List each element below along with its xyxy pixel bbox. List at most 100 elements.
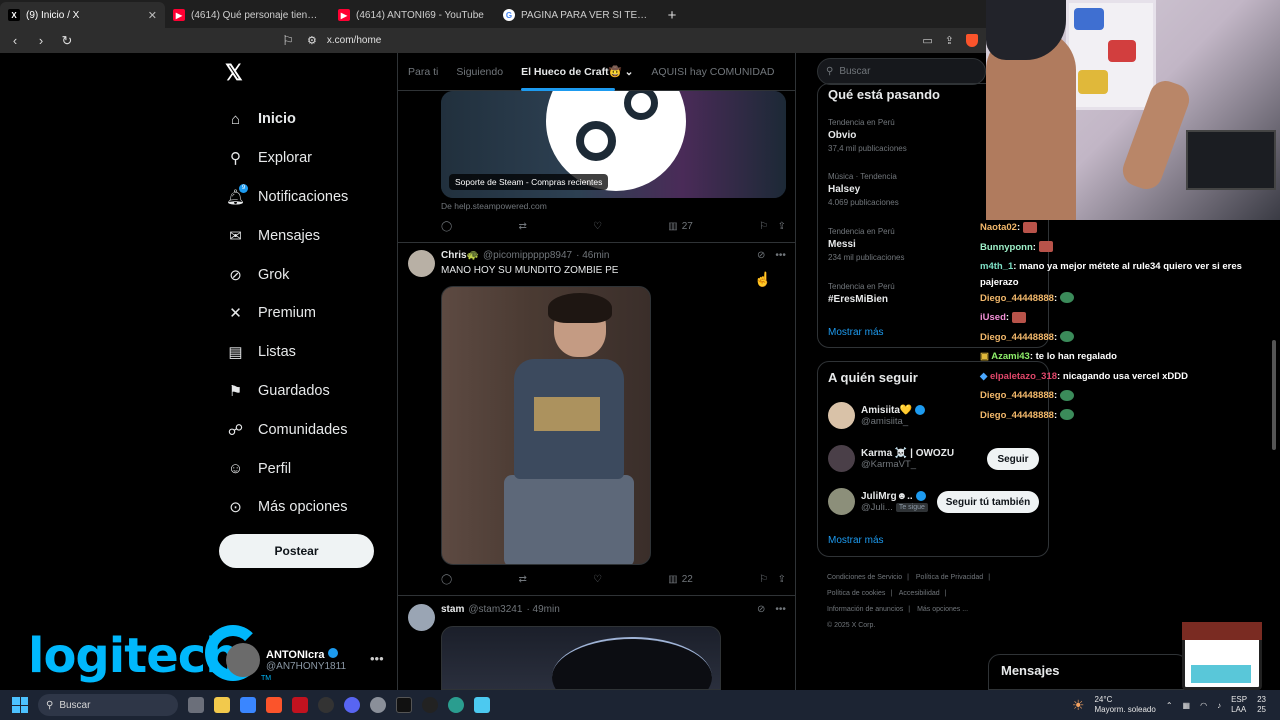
reload-icon[interactable]: ↻: [60, 33, 74, 49]
capcut-icon[interactable]: [396, 697, 412, 713]
notepad-icon[interactable]: [474, 697, 490, 713]
logitech-ghub-icon[interactable]: [422, 697, 438, 713]
nav-comunidades[interactable]: ☍ Comunidades: [227, 410, 348, 449]
show-more-trends-link[interactable]: Mostrar más: [828, 327, 884, 338]
nav-listas[interactable]: ▤ Listas: [227, 333, 348, 372]
post-button[interactable]: Postear: [219, 534, 374, 568]
trend-item[interactable]: Tendencia en Perú Messi 234 mil publicac…: [828, 227, 905, 262]
clock[interactable]: 23 25: [1257, 695, 1266, 715]
share-icon[interactable]: ⇪: [945, 34, 954, 47]
tweet-image[interactable]: [441, 626, 721, 690]
bookmark-page-icon[interactable]: ⚐: [281, 33, 295, 49]
cast-icon[interactable]: ▭: [922, 34, 932, 47]
share-icon[interactable]: ⇪: [778, 574, 786, 585]
footer-link[interactable]: Información de anuncios: [827, 606, 903, 613]
grok-icon[interactable]: ⊘: [757, 250, 765, 261]
footer-link[interactable]: Política de Privacidad: [916, 574, 983, 581]
site-info-icon[interactable]: ⚙: [307, 34, 317, 47]
close-tab-icon[interactable]: ✕: [148, 9, 157, 22]
tab-bots[interactable]: G PAGINA PARA VER SI TENGO BOTS E: [495, 2, 660, 28]
retweet-icon[interactable]: ⇄: [518, 221, 526, 232]
tab-youtube-antoni[interactable]: ▶ (4614) ANTONI69 - YouTube: [330, 2, 495, 28]
account-switcher[interactable]: ANTONIcra @AN7HONY1811: [226, 643, 346, 677]
footer-link[interactable]: Accesibilidad: [899, 590, 940, 597]
follow-button[interactable]: Seguir: [987, 448, 1039, 470]
card-source[interactable]: De help.steampowered.com: [441, 201, 547, 211]
follow-suggestion[interactable]: JuliMrg☻.. @Juli... Te sigue: [828, 488, 928, 515]
address-bar[interactable]: ⚙ x.com/home: [307, 34, 910, 47]
views-button[interactable]: ▥ 27: [668, 221, 693, 232]
grok-icon[interactable]: ⊘: [757, 604, 765, 615]
reply-icon[interactable]: ◯: [441, 221, 452, 232]
bookmark-icon[interactable]: ⚐ ⇪: [759, 221, 786, 232]
reply-icon[interactable]: ◯: [441, 574, 452, 585]
like-icon[interactable]: ♡: [593, 574, 602, 585]
tweet-time[interactable]: · 49min: [526, 604, 559, 615]
avatar[interactable]: [408, 250, 435, 277]
wifi-icon[interactable]: ◠: [1200, 701, 1207, 710]
follow-back-button[interactable]: Seguir tú también: [937, 491, 1039, 513]
tab-youtube-rule[interactable]: ▶ (4614) Qué personaje tiene más Rule: [165, 2, 330, 28]
more-horizontal-icon[interactable]: •••: [370, 651, 384, 666]
more-horizontal-icon[interactable]: •••: [775, 250, 786, 261]
brave-shield-icon[interactable]: [966, 34, 978, 47]
nav-mas-opciones[interactable]: ⊙ Más opciones: [227, 488, 348, 527]
bookmark-icon[interactable]: ⚐ ⇪: [759, 574, 786, 585]
trend-item[interactable]: Tendencia en Perú #EresMiBien: [828, 282, 895, 305]
file-explorer-icon[interactable]: [214, 697, 230, 713]
nav-notificaciones[interactable]: 🔔︎ 9 Notificaciones: [226, 178, 348, 217]
follow-suggestion[interactable]: Amisiita💛 @amisiita_: [828, 402, 926, 429]
nav-mensajes[interactable]: ✉ Mensajes: [227, 216, 348, 255]
windows-start-icon[interactable]: [12, 697, 28, 713]
tab-comunidad[interactable]: AQUISI hay COMUNIDAD: [651, 66, 774, 78]
task-view-icon[interactable]: [188, 697, 204, 713]
like-icon[interactable]: ♡: [593, 221, 602, 232]
footer-link[interactable]: Política de cookies: [827, 590, 885, 597]
trend-item[interactable]: Música · Tendencia Halsey 4.069 publicac…: [828, 172, 899, 207]
store-icon[interactable]: [240, 697, 256, 713]
footer-link[interactable]: Más opciones ...: [917, 606, 968, 613]
share-icon[interactable]: ⇪: [778, 221, 786, 232]
more-horizontal-icon[interactable]: •••: [775, 604, 786, 615]
nav-perfil[interactable]: ☺ Perfil: [227, 449, 348, 488]
language-indicator[interactable]: ESP LAA: [1231, 695, 1247, 715]
new-tab-button[interactable]: +: [660, 2, 684, 28]
nav-inicio[interactable]: ⌂ Inicio: [227, 100, 348, 139]
globe-icon[interactable]: [448, 697, 464, 713]
tweet-handle[interactable]: @picomippppp8947: [483, 250, 572, 261]
tweet-time[interactable]: · 46min: [576, 250, 609, 261]
nav-grok[interactable]: ⊘ Grok: [227, 255, 348, 294]
tweet-author[interactable]: Chris🐢: [441, 250, 479, 261]
tab-para-ti[interactable]: Para ti: [408, 66, 438, 78]
discord-icon[interactable]: [344, 697, 360, 713]
obs-icon[interactable]: [318, 697, 334, 713]
nav-explorar[interactable]: ⚲ Explorar: [227, 139, 348, 178]
brave-icon[interactable]: [266, 697, 282, 713]
tweet-author[interactable]: stam: [441, 604, 464, 615]
nav-premium[interactable]: ✕ Premium: [227, 294, 348, 333]
tweet-handle[interactable]: @stam3241: [468, 604, 522, 615]
trend-item[interactable]: Tendencia en Perú Obvio 37,4 mil publica…: [828, 118, 907, 153]
app-icon[interactable]: [292, 697, 308, 713]
tab-siguiendo[interactable]: Siguiendo: [456, 66, 503, 78]
retweet-icon[interactable]: ⇄: [518, 574, 526, 585]
messages-drawer[interactable]: Mensajes: [988, 654, 1188, 690]
search-input[interactable]: ⚲ Buscar: [817, 58, 986, 85]
weather-widget[interactable]: 24°C Mayorm. soleado: [1094, 695, 1155, 715]
microphone-icon[interactable]: ♪: [1217, 701, 1221, 710]
tab-hueco-de-craft[interactable]: El Hueco de Craft🤠 ⌄: [521, 65, 633, 91]
x-logo-icon[interactable]: 𝕏: [225, 60, 243, 86]
nav-guardados[interactable]: ⚑ Guardados: [227, 372, 348, 411]
footer-link[interactable]: Condiciones de Servicio: [827, 574, 902, 581]
follow-suggestion[interactable]: Karma ☠️ | OWOZU @KarmaVT_: [828, 445, 954, 472]
scrollbar[interactable]: [1272, 340, 1276, 450]
link-card[interactable]: Soporte de Steam - Compras recientes: [441, 91, 786, 198]
avatar[interactable]: [408, 604, 435, 631]
weather-icon[interactable]: ☀: [1072, 697, 1085, 714]
tab-x-home[interactable]: X (9) Inicio / X ✕: [0, 2, 165, 28]
back-icon[interactable]: ‹: [8, 33, 22, 48]
chevron-up-icon[interactable]: ⌃: [1166, 701, 1173, 710]
network-icon[interactable]: ▦: [1183, 701, 1191, 710]
forward-icon[interactable]: ›: [34, 33, 48, 48]
taskbar-search[interactable]: ⚲ Buscar: [38, 694, 178, 716]
